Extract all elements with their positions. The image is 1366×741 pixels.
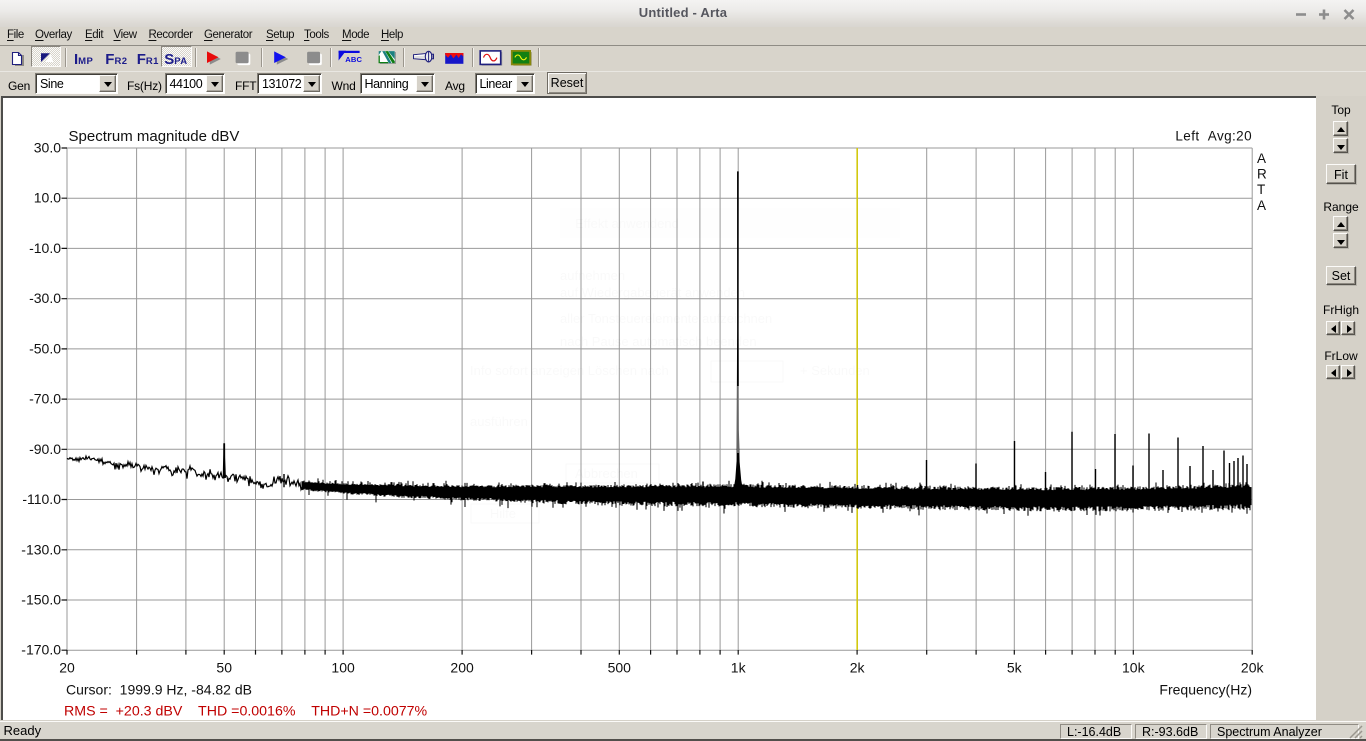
svg-text:-130.0: -130.0 (21, 541, 61, 557)
svg-text:Left Avg:20: Left Avg:20 (1175, 129, 1252, 144)
svg-text:+ Sekunden: + Sekunden (800, 363, 870, 378)
svg-text:aufnehmen: aufnehmen (560, 268, 625, 283)
svg-text:Spectrum magnitude dBV: Spectrum magnitude dBV (69, 128, 240, 145)
svg-text:-30.0: -30.0 (29, 290, 61, 306)
svg-text:aller Tonsteuerelemente aufzei: aller Tonsteuerelemente aufzeichnen (560, 311, 772, 326)
svg-text:Abbrechen: Abbrechen (575, 466, 638, 481)
svg-text:20k: 20k (1241, 660, 1265, 676)
svg-text:-10.0: -10.0 (29, 240, 61, 256)
svg-text:nach Pause automatisch beenden: nach Pause automatisch beenden (560, 334, 757, 349)
svg-text:Hilfe: Hilfe (490, 506, 516, 521)
svg-text:20: 20 (59, 660, 75, 676)
svg-text:2k: 2k (850, 660, 866, 676)
svg-text:500: 500 (608, 660, 632, 676)
svg-text:T: T (1257, 182, 1265, 197)
svg-text:A: A (1257, 198, 1266, 213)
svg-text:Info sofort anzeigen Löschen: Info sofort anzeigen Löschen nach (470, 363, 669, 378)
svg-text:200: 200 (450, 660, 474, 676)
svg-text:-70.0: -70.0 (29, 391, 61, 407)
svg-text:5k: 5k (1007, 660, 1023, 676)
svg-text:R: R (1257, 167, 1267, 182)
svg-text:RMS = +20.3 dBV THD =0.001: RMS = +20.3 dBV THD =0.0016% THD+N =0.00… (64, 704, 428, 720)
svg-text:-150.0: -150.0 (21, 592, 61, 608)
svg-text:auf Wiedergabegerät anwenden: auf Wiedergabegerät anwenden (560, 285, 745, 300)
svg-text:Effekt anwendend: Effekt anwendend (575, 216, 679, 231)
svg-text:-50.0: -50.0 (29, 340, 61, 356)
svg-text:10.0: 10.0 (34, 190, 61, 206)
svg-text:50: 50 (216, 660, 232, 676)
svg-text:100: 100 (331, 660, 355, 676)
svg-text:30.0: 30.0 (34, 140, 61, 156)
svg-text:Frequency(Hz): Frequency(Hz) (1159, 682, 1252, 698)
svg-text:10k: 10k (1122, 660, 1146, 676)
svg-text:-170.0: -170.0 (21, 642, 61, 658)
svg-text:ausführen: ausführen (470, 414, 528, 429)
svg-text:-90.0: -90.0 (29, 441, 61, 457)
svg-text:Cursor: 1999.9 Hz, -84.82 dB: Cursor: 1999.9 Hz, -84.82 dB (66, 682, 252, 698)
svg-text:1k: 1k (731, 660, 747, 676)
svg-text:-110.0: -110.0 (22, 491, 61, 507)
svg-text:A: A (1257, 151, 1266, 166)
